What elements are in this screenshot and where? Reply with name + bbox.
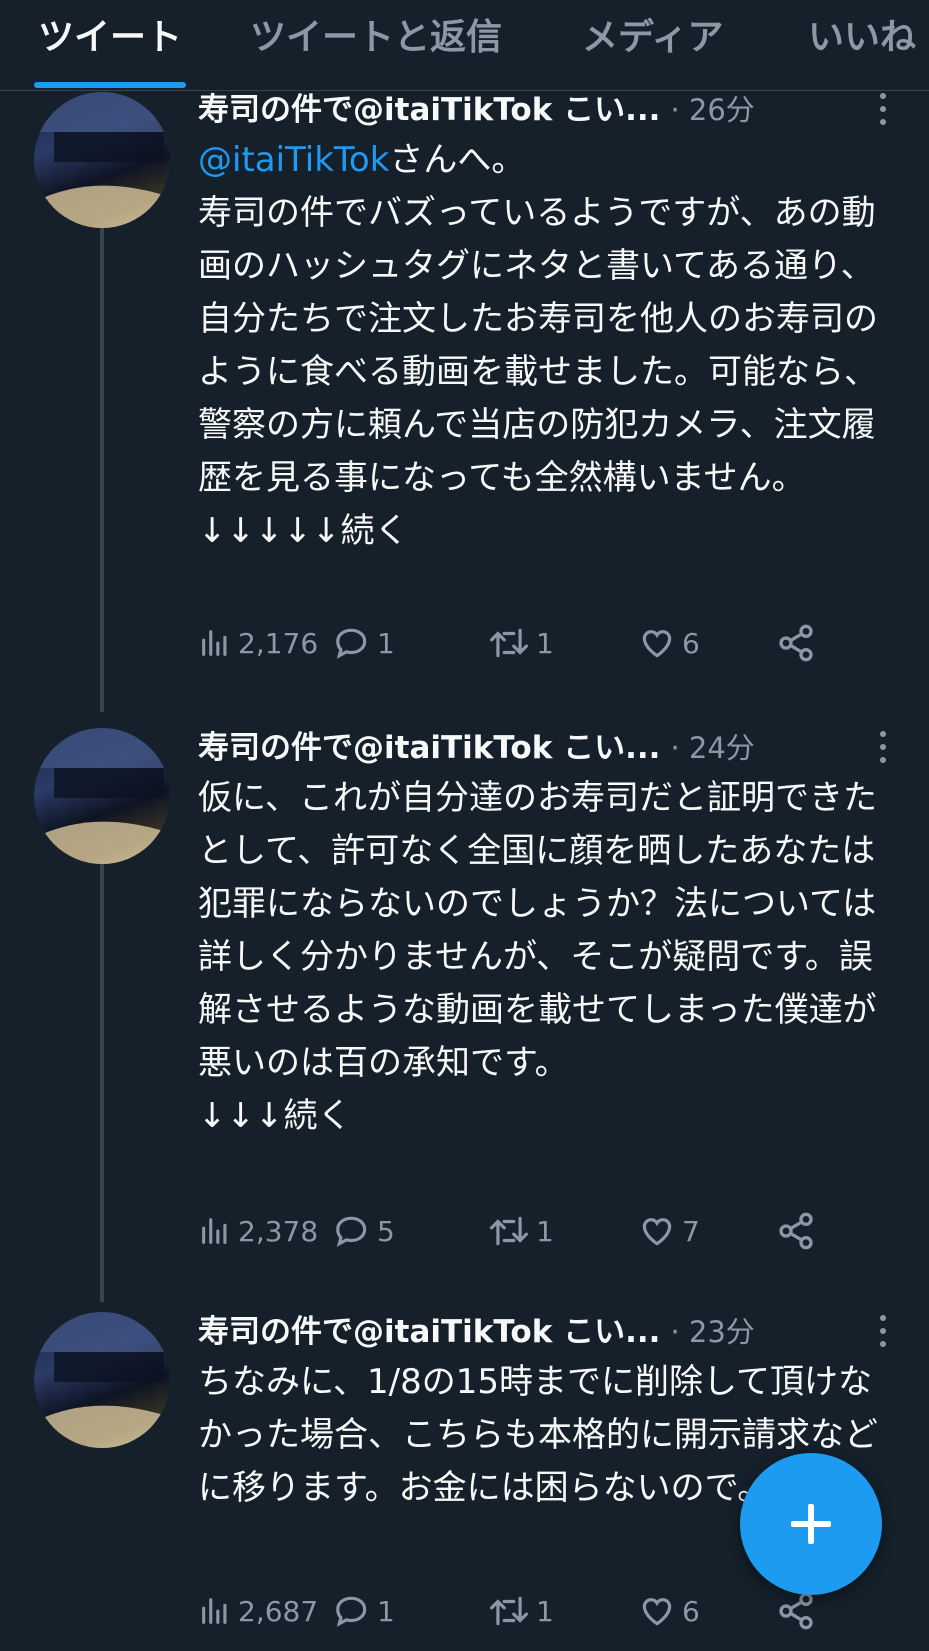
- reply-button[interactable]: 1: [333, 1586, 395, 1636]
- retweet-count: 1: [536, 1214, 554, 1248]
- tweet-actions: 2,378 5 1 7: [198, 1206, 898, 1256]
- like-count: 6: [682, 626, 700, 660]
- tweet-time[interactable]: · 26分: [670, 93, 754, 127]
- heart-icon: [642, 1598, 672, 1626]
- heart-icon: [642, 630, 672, 658]
- analytics-icon: [202, 630, 227, 656]
- tweet-header: 寿司の件で@itaiTikTok こい... · 24分: [198, 726, 898, 770]
- views-count: 2,378: [238, 1214, 319, 1248]
- profile-tabs: ツイート ツイートと返信 メディア いいね: [0, 0, 929, 91]
- retweet-count: 1: [536, 1594, 554, 1628]
- tweet-text-body: 寿司の件でバズっているようですが、あの動画のハッシュタグにネタと書いてある通り、…: [198, 193, 878, 551]
- retweet-button[interactable]: 1: [488, 618, 554, 668]
- share-icon: [779, 1592, 813, 1630]
- avatar[interactable]: [34, 92, 170, 228]
- tweet-actions: 2,176 1 1 6: [198, 618, 898, 668]
- tab-media[interactable]: メディア: [582, 8, 723, 68]
- views-button[interactable]: 2,378: [198, 1206, 318, 1256]
- more-options-icon[interactable]: [873, 1312, 893, 1352]
- compose-tweet-button[interactable]: [740, 1453, 882, 1595]
- reply-count: 1: [377, 626, 395, 660]
- thread-connector: [100, 862, 104, 1302]
- more-options-icon[interactable]: [873, 728, 893, 768]
- retweet-icon: [490, 1596, 529, 1626]
- tweet-text: 仮に、これが自分達のお寿司だと証明できたとして、許可なく全国に顔を晒したあなたは…: [198, 778, 877, 1136]
- active-tab-indicator: [34, 82, 186, 88]
- retweet-icon: [490, 1216, 529, 1246]
- views-count: 2,687: [238, 1594, 319, 1628]
- retweet-icon: [490, 628, 529, 658]
- share-icon: [779, 624, 813, 662]
- avatar-image: [34, 1312, 170, 1448]
- share-icon: [779, 1212, 813, 1250]
- display-name[interactable]: 寿司の件で@itaiTikTok こい...: [198, 92, 660, 128]
- tweet-header: 寿司の件で@itaiTikTok こい... · 26分: [198, 88, 898, 132]
- thread-connector: [100, 228, 104, 712]
- tweet-header: 寿司の件で@itaiTikTok こい... · 23分: [198, 1310, 898, 1354]
- reply-count: 5: [377, 1214, 395, 1248]
- like-count: 6: [682, 1594, 700, 1628]
- reply-icon: [336, 628, 367, 659]
- like-button[interactable]: 6: [638, 618, 700, 668]
- reply-icon: [336, 1216, 367, 1247]
- tab-tweets[interactable]: ツイート: [38, 8, 182, 68]
- share-button[interactable]: [776, 618, 822, 668]
- retweet-button[interactable]: 1: [488, 1206, 554, 1256]
- analytics-icon: [202, 1218, 227, 1244]
- tweet-text-line: さんへ。: [389, 140, 526, 180]
- display-name[interactable]: 寿司の件で@itaiTikTok こい...: [198, 1314, 660, 1350]
- tab-likes[interactable]: いいね: [808, 8, 916, 68]
- tweet-time[interactable]: · 24分: [670, 731, 754, 765]
- tweet-text: @itaiTikTokさんへ。 寿司の件でバズっているようですが、あの動画のハッ…: [198, 134, 898, 558]
- tab-tweets-and-replies[interactable]: ツイートと返信: [250, 8, 502, 68]
- display-name[interactable]: 寿司の件で@itaiTikTok こい...: [198, 730, 660, 766]
- like-count: 7: [682, 1214, 700, 1248]
- retweet-count: 1: [536, 626, 554, 660]
- tweet-actions: 2,687 1 1 6: [198, 1586, 898, 1636]
- like-button[interactable]: 7: [638, 1206, 700, 1256]
- share-button[interactable]: [776, 1206, 822, 1256]
- views-button[interactable]: 2,176: [198, 618, 318, 668]
- like-button[interactable]: 6: [638, 1586, 700, 1636]
- reply-button[interactable]: 5: [333, 1206, 395, 1256]
- avatar[interactable]: [34, 728, 170, 864]
- reply-count: 1: [377, 1594, 395, 1628]
- more-options-icon[interactable]: [873, 90, 893, 130]
- views-button[interactable]: 2,687: [198, 1586, 318, 1636]
- tweet-time[interactable]: · 23分: [670, 1315, 754, 1349]
- reply-button[interactable]: 1: [333, 618, 395, 668]
- views-count: 2,176: [238, 626, 319, 660]
- retweet-button[interactable]: 1: [488, 1586, 554, 1636]
- avatar[interactable]: [34, 1312, 170, 1448]
- heart-icon: [642, 1218, 672, 1246]
- mention-link[interactable]: @itaiTikTok: [198, 140, 389, 180]
- reply-icon: [336, 1596, 367, 1627]
- avatar-image: [34, 92, 170, 228]
- avatar-image: [34, 728, 170, 864]
- analytics-icon: [202, 1598, 227, 1624]
